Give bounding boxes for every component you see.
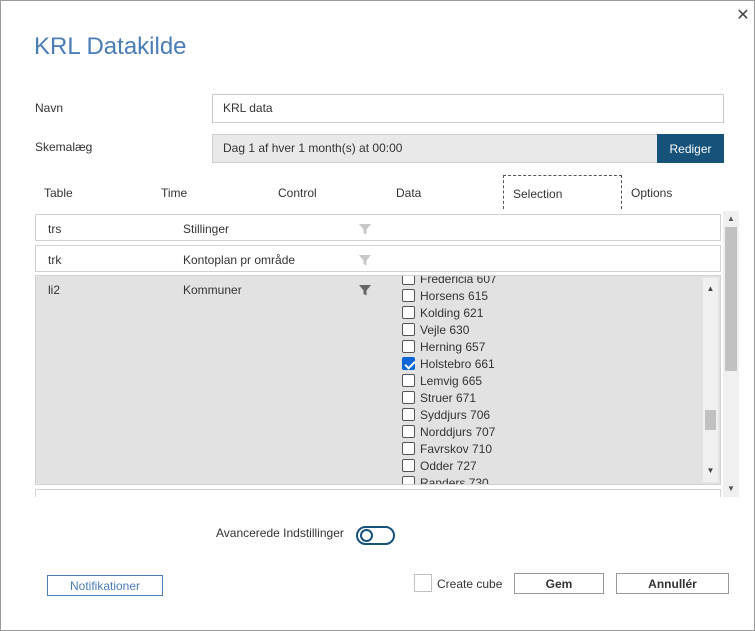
list-item[interactable]: Kolding 621 (402, 304, 483, 321)
list-item[interactable]: Randers 730 (402, 474, 489, 484)
table-row[interactable]: li2 Kommuner Fredericia 607 Horsens 615 … (35, 275, 721, 485)
tab-control[interactable]: Control (278, 175, 317, 209)
filter-icon[interactable] (358, 253, 372, 267)
filter-icon[interactable] (358, 283, 372, 297)
row-code: trk (48, 253, 62, 267)
table-row[interactable]: trk Kontoplan pr område (35, 245, 721, 272)
checkbox[interactable] (402, 306, 415, 319)
tab-time[interactable]: Time (161, 175, 187, 209)
list-item-label: Struer 671 (420, 390, 477, 405)
checkbox[interactable] (402, 476, 415, 484)
checkbox[interactable] (402, 323, 415, 336)
list-item[interactable]: Vejle 630 (402, 321, 469, 338)
checkbox[interactable] (402, 408, 415, 421)
scroll-up-icon[interactable]: ▲ (723, 212, 739, 226)
checkbox[interactable] (402, 289, 415, 302)
list-item-label: Holstebro 661 (420, 356, 495, 371)
notifications-button[interactable]: Notifikationer (47, 575, 163, 596)
list-item[interactable]: Horsens 615 (402, 287, 488, 304)
selection-checklist: Fredericia 607 Horsens 615 Kolding 621 V… (402, 276, 712, 484)
tab-data[interactable]: Data (396, 175, 421, 209)
tab-selection[interactable]: Selection (503, 175, 622, 209)
scroll-up-icon[interactable]: ▲ (703, 282, 718, 296)
name-input[interactable]: KRL data (212, 94, 724, 123)
checkbox[interactable] (402, 442, 415, 455)
checkbox[interactable] (402, 391, 415, 404)
checkbox[interactable] (402, 340, 415, 353)
table-scrollbar[interactable]: ▲ ▼ (723, 211, 739, 497)
checkbox-checked[interactable] (402, 357, 415, 370)
tab-table[interactable]: Table (44, 175, 73, 209)
list-item[interactable]: Fredericia 607 (402, 276, 497, 287)
create-cube-label: Create cube (437, 577, 503, 591)
list-item-label: Odder 727 (420, 458, 477, 473)
create-cube-checkbox[interactable] (414, 574, 432, 592)
scroll-down-icon[interactable]: ▼ (723, 482, 739, 496)
schedule-field: Dag 1 af hver 1 month(s) at 00:00 (212, 134, 658, 163)
advanced-settings-label: Avancerede Indstillinger (216, 526, 344, 540)
scrollbar-thumb[interactable] (705, 410, 716, 430)
table-row[interactable]: trs Stillinger (35, 214, 721, 241)
checkbox[interactable] (402, 459, 415, 472)
cancel-button[interactable]: Annullér (616, 573, 729, 594)
row-name: Stillinger (183, 222, 230, 236)
list-item[interactable]: Odder 727 (402, 457, 477, 474)
close-icon[interactable]: ✕ (734, 7, 752, 25)
checkbox[interactable] (402, 276, 415, 285)
krl-datakilde-dialog: ✕ KRL Datakilde Navn KRL data Skemalæg D… (0, 0, 755, 631)
checklist-scrollbar[interactable]: ▲ ▼ (703, 278, 718, 482)
toggle-knob (360, 529, 373, 542)
advanced-settings-toggle[interactable] (356, 526, 395, 545)
list-item-label: Lemvig 665 (420, 373, 483, 388)
list-item-label: Norddjurs 707 (420, 424, 496, 439)
list-item-label: Syddjurs 706 (420, 407, 491, 422)
row-name: Kommuner (183, 283, 242, 297)
list-item[interactable]: Struer 671 (402, 389, 476, 406)
list-item[interactable]: Lemvig 665 (402, 372, 482, 389)
list-item[interactable]: Herning 657 (402, 338, 485, 355)
list-item-label: Randers 730 (420, 475, 489, 485)
list-item-label: Vejle 630 (420, 322, 470, 337)
row-name: Kontoplan pr område (183, 253, 296, 267)
list-item-label: Fredericia 607 (420, 276, 497, 286)
checkbox[interactable] (402, 374, 415, 387)
list-item[interactable]: Norddjurs 707 (402, 423, 495, 440)
filter-icon[interactable] (358, 222, 372, 236)
selection-table: trs Stillinger trk Kontoplan pr område l… (35, 211, 739, 497)
scroll-down-icon[interactable]: ▼ (703, 464, 718, 478)
row-code: trs (48, 222, 62, 236)
schedule-label: Skemalæg (35, 140, 93, 154)
list-item[interactable]: Syddjurs 706 (402, 406, 490, 423)
tab-options[interactable]: Options (631, 175, 672, 209)
edit-schedule-button[interactable]: Rediger (657, 134, 724, 163)
list-item[interactable]: Holstebro 661 (402, 355, 495, 372)
list-item-label: Horsens 615 (420, 288, 489, 303)
scrollbar-thumb[interactable] (725, 227, 737, 371)
checkbox[interactable] (402, 425, 415, 438)
tab-bar: Table Time Control Data Selection Option… (35, 175, 725, 209)
table-row[interactable] (35, 489, 721, 497)
list-item[interactable]: Favrskov 710 (402, 440, 492, 457)
list-item-label: Herning 657 (420, 339, 486, 354)
save-button[interactable]: Gem (514, 573, 604, 594)
row-code: li2 (48, 283, 61, 297)
dialog-title: KRL Datakilde (34, 33, 187, 60)
list-item-label: Favrskov 710 (420, 441, 493, 456)
list-item-label: Kolding 621 (420, 305, 484, 320)
name-label: Navn (35, 101, 64, 115)
